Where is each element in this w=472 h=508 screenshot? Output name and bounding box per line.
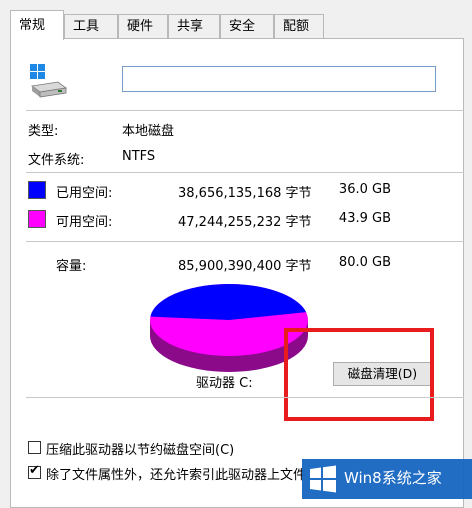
tab-security[interactable]: 安全 (220, 14, 274, 38)
used-space-swatch (28, 181, 46, 199)
divider (26, 397, 464, 398)
compress-drive-label: 压缩此驱动器以节约磁盘空间(C) (46, 443, 235, 458)
compress-drive-checkbox[interactable] (28, 441, 41, 454)
used-space-label: 已用空间: (56, 186, 113, 201)
volume-name-input[interactable] (122, 66, 436, 92)
allow-indexing-checkbox[interactable]: ✔ (28, 463, 41, 479)
drive-icon (30, 64, 68, 98)
windows-logo-icon (310, 465, 336, 493)
tab-sharing[interactable]: 共享 (168, 14, 220, 38)
used-space-gb: 36.0 GB (338, 182, 391, 197)
free-space-bytes: 47,244,255,232 字节 (178, 215, 312, 230)
type-label: 类型: (28, 124, 59, 139)
free-space-label: 可用空间: (56, 215, 113, 230)
divider (26, 241, 464, 242)
highlight-box (284, 328, 434, 421)
capacity-label: 容量: (56, 259, 87, 274)
capacity-bytes: 85,900,390,400 字节 (178, 259, 312, 274)
tab-quota[interactable]: 配额 (274, 14, 324, 38)
tab-general[interactable]: 常规 (10, 10, 64, 40)
type-value: 本地磁盘 (122, 124, 175, 139)
capacity-gb: 80.0 GB (338, 255, 391, 270)
free-space-gb: 43.9 GB (338, 211, 391, 226)
filesystem-label: 文件系统: (28, 153, 85, 168)
divider (26, 172, 464, 173)
filesystem-value: NTFS (122, 149, 156, 164)
used-space-bytes: 38,656,135,168 字节 (178, 186, 312, 201)
tab-hardware[interactable]: 硬件 (118, 14, 168, 38)
drive-label: 驱动器 C: (196, 376, 253, 391)
free-space-swatch (28, 210, 46, 228)
watermark-text: Win8系统之家 (344, 469, 442, 487)
divider (26, 110, 464, 111)
allow-indexing-label: 除了文件属性外，还允许索引此驱动器上文件 (46, 468, 307, 483)
tab-tools[interactable]: 工具 (64, 14, 118, 38)
